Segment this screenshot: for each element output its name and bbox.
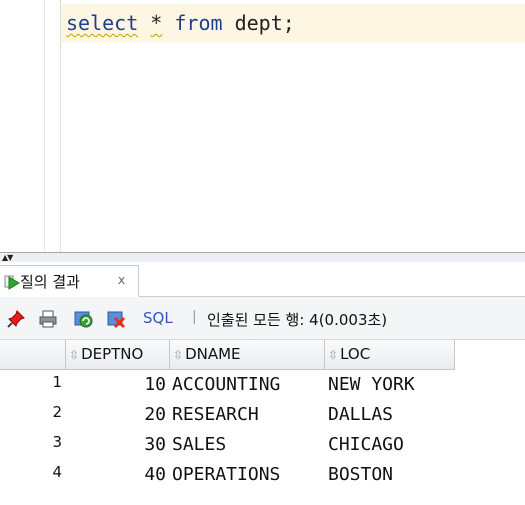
pin-icon[interactable] bbox=[6, 309, 26, 329]
tab-label: 질의 결과 bbox=[20, 273, 80, 291]
row-number: 1 bbox=[52, 373, 62, 391]
splitter-arrows-icon[interactable]: ▲▼ bbox=[2, 253, 13, 262]
sql-link[interactable]: SQL bbox=[143, 309, 173, 327]
table-row[interactable]: 3 30 SALES CHICAGO bbox=[0, 431, 455, 461]
cell-dname[interactable]: ACCOUNTING bbox=[172, 374, 280, 395]
table-token: dept; bbox=[222, 11, 295, 35]
sort-icon[interactable]: ⇳ bbox=[69, 348, 79, 362]
table-row[interactable]: 4 40 OPERATIONS BOSTON bbox=[0, 461, 455, 491]
cell-deptno[interactable]: 30 bbox=[66, 434, 166, 455]
toolbar-separator: | bbox=[192, 309, 197, 325]
sort-icon[interactable]: ⇳ bbox=[328, 348, 338, 362]
print-icon[interactable] bbox=[38, 309, 58, 329]
cell-loc[interactable]: NEW YORK bbox=[328, 374, 415, 395]
close-icon[interactable]: x bbox=[118, 273, 125, 287]
column-header-deptno[interactable]: ⇳ DEPTNO bbox=[66, 340, 170, 370]
cell-dname[interactable]: RESEARCH bbox=[172, 404, 259, 425]
column-header-loc[interactable]: ⇳ LOC bbox=[325, 340, 455, 370]
keyword-from: from bbox=[174, 11, 223, 35]
delete-icon[interactable] bbox=[106, 309, 126, 329]
cell-deptno[interactable]: 10 bbox=[66, 374, 166, 395]
sort-icon[interactable]: ⇳ bbox=[173, 348, 183, 362]
cell-loc[interactable]: DALLAS bbox=[328, 404, 393, 425]
gutter-divider bbox=[44, 0, 45, 252]
cell-dname[interactable]: OPERATIONS bbox=[172, 464, 280, 485]
line-gutter bbox=[0, 0, 45, 252]
row-number: 2 bbox=[52, 403, 62, 421]
table-row[interactable]: 1 10 ACCOUNTING NEW YORK bbox=[0, 371, 455, 401]
cell-loc[interactable]: CHICAGO bbox=[328, 434, 404, 455]
fetch-status: 인출된 모든 행: 4(0.003초) bbox=[207, 311, 388, 329]
cell-loc[interactable]: BOSTON bbox=[328, 464, 393, 485]
sql-editor[interactable]: select * from dept; bbox=[0, 0, 525, 252]
asterisk-token: * bbox=[150, 11, 163, 35]
cell-dname[interactable]: SALES bbox=[172, 434, 226, 455]
column-header-dname[interactable]: ⇳ DNAME bbox=[170, 340, 325, 370]
cell-deptno[interactable]: 40 bbox=[66, 464, 166, 485]
row-number-header bbox=[0, 340, 66, 370]
run-query-icon bbox=[4, 275, 20, 290]
tab-query-result[interactable]: 질의 결과 x bbox=[0, 265, 139, 297]
cell-deptno[interactable]: 20 bbox=[66, 404, 166, 425]
keyword-select: select bbox=[66, 11, 139, 35]
results-toolbar: SQL | 인출된 모든 행: 4(0.003초) bbox=[0, 297, 525, 340]
sql-code-line[interactable]: select * from dept; bbox=[66, 11, 295, 35]
refresh-icon[interactable] bbox=[73, 309, 93, 329]
results-tabbar: 질의 결과 x bbox=[0, 262, 525, 297]
table-row[interactable]: 2 20 RESEARCH DALLAS bbox=[0, 401, 455, 431]
row-number: 3 bbox=[52, 433, 62, 451]
grid-header: ⇳ DEPTNO ⇳ DNAME ⇳ LOC bbox=[0, 340, 455, 370]
row-number: 4 bbox=[52, 463, 62, 481]
